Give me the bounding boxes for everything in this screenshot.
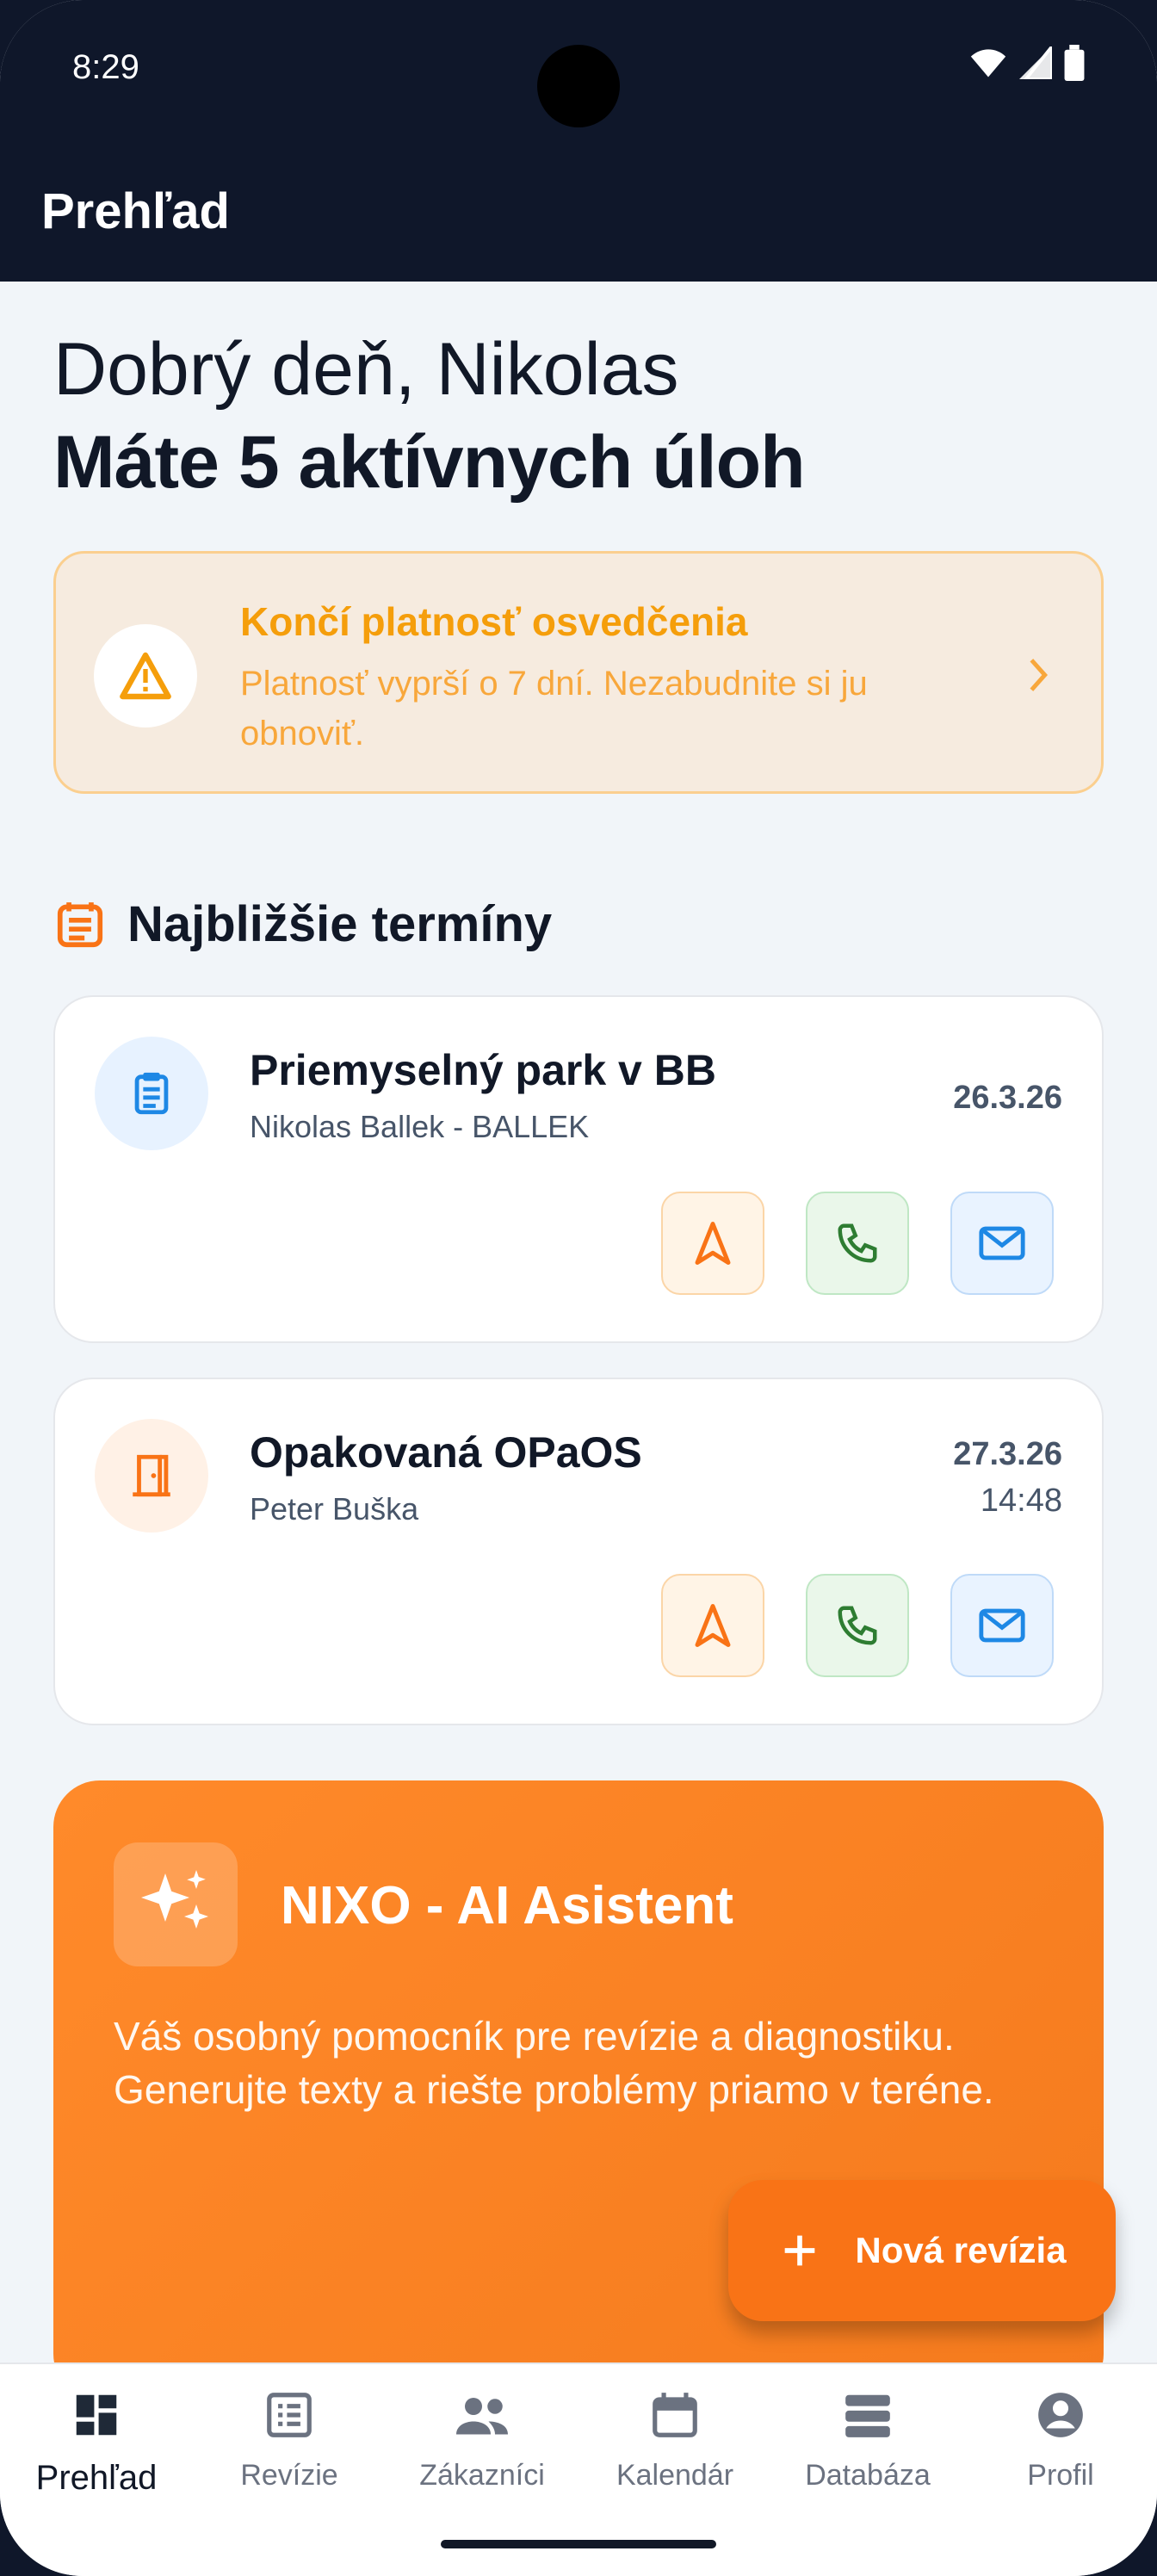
ai-title: NIXO - AI Asistent	[281, 1876, 733, 1935]
nav-item-revizie[interactable]: Revízie	[193, 2388, 386, 2492]
email-button[interactable]	[950, 1192, 1054, 1295]
appointment-customer: Peter Buška	[250, 1491, 419, 1526]
appointment-date: 27.3.26 14:48	[953, 1431, 1062, 1524]
wifi-icon	[970, 49, 1006, 77]
signal-icon	[1019, 46, 1052, 79]
greeting-text: Dobrý deň, Nikolas	[53, 328, 679, 411]
app-screen: 8:29 Prehľad Dobrý deň, Nikolas Máte 5 a…	[0, 0, 1157, 2576]
certificate-expiry-alert[interactable]: Končí platnosť osvedčenia Platnosť vyprš…	[53, 551, 1104, 794]
database-icon	[845, 2394, 890, 2437]
navigation-icon	[695, 1222, 731, 1265]
appointment-time-value: 14:48	[980, 1483, 1062, 1519]
calendar-icon	[653, 2393, 697, 2437]
status-time: 8:29	[72, 48, 139, 86]
app-header: 8:29 Prehľad	[0, 0, 1157, 282]
plus-icon	[785, 2235, 815, 2266]
front-camera	[537, 45, 620, 127]
phone-icon	[838, 1223, 877, 1263]
navigate-button[interactable]	[661, 1574, 764, 1677]
upcoming-section-header: Najbližšie termíny	[53, 895, 552, 953]
mail-icon	[979, 1226, 1025, 1260]
gesture-bar[interactable]	[441, 2540, 716, 2548]
navigation-icon	[695, 1604, 731, 1647]
list-alt-icon	[267, 2393, 312, 2437]
status-icons	[969, 45, 1085, 81]
fab-label: Nová revízia	[855, 2230, 1067, 2270]
nav-label: Prehľad	[35, 2459, 158, 2497]
warning-icon	[94, 624, 197, 728]
appointment-customer: Nikolas Ballek - BALLEK	[250, 1109, 590, 1144]
nav-item-profil[interactable]: Profil	[964, 2388, 1157, 2492]
calendar-note-icon	[57, 901, 103, 947]
nav-label: Kalendár	[616, 2459, 734, 2492]
appointment-title: Priemyselný park v BB	[250, 1046, 716, 1094]
email-button[interactable]	[950, 1574, 1054, 1677]
door-icon	[95, 1419, 208, 1533]
new-revision-button[interactable]: Nová revízia	[728, 2180, 1116, 2321]
appointment-date-value: 27.3.26	[953, 1436, 1062, 1472]
nav-item-kalendar[interactable]: Kalendár	[578, 2388, 771, 2492]
nav-label: Revízie	[240, 2459, 338, 2492]
chevron-right-icon	[1024, 655, 1053, 699]
appointment-title: Opakovaná OPaOS	[250, 1428, 642, 1477]
battery-icon	[1064, 45, 1085, 81]
phone-icon	[838, 1606, 877, 1645]
nav-item-zakaznici[interactable]: Zákazníci	[386, 2388, 578, 2492]
nav-item-databaza[interactable]: Databáza	[771, 2388, 964, 2492]
nav-item-prehlad[interactable]: Prehľad	[0, 2388, 193, 2498]
appointment-date: 26.3.26	[953, 1074, 1062, 1121]
nav-label: Databáza	[805, 2459, 931, 2492]
people-icon	[456, 2398, 508, 2435]
account-icon	[1038, 2393, 1083, 2437]
alert-title: Končí platnosť osvedčenia	[240, 599, 748, 644]
alert-text: Platnosť vyprší o 7 dní. Nezabudnite si …	[240, 665, 868, 752]
navigate-button[interactable]	[661, 1192, 764, 1295]
mail-icon	[979, 1608, 1025, 1643]
ai-description: Váš osobný pomocník pre revízie a diagno…	[114, 2014, 994, 2112]
nav-label: Zákazníci	[419, 2459, 545, 2492]
active-tasks-text: Máte 5 aktívnych úloh	[53, 421, 806, 504]
appointment-actions	[661, 1192, 1054, 1295]
dashboard-icon	[76, 2394, 117, 2436]
appointment-date-value: 26.3.26	[953, 1080, 1062, 1116]
appointment-actions	[661, 1574, 1054, 1677]
call-button[interactable]	[806, 1574, 909, 1677]
section-title: Najbližšie termíny	[127, 896, 553, 952]
appointment-card[interactable]: Opakovaná OPaOS Peter Buška 27.3.26 14:4…	[53, 1378, 1104, 1725]
nav-label: Profil	[1027, 2459, 1094, 2492]
sparkles-icon	[114, 1842, 238, 1966]
clipboard-icon	[95, 1037, 208, 1150]
page-title: Prehľad	[41, 183, 230, 239]
call-button[interactable]	[806, 1192, 909, 1295]
appointment-card[interactable]: Priemyselný park v BB Nikolas Ballek - B…	[53, 995, 1104, 1343]
